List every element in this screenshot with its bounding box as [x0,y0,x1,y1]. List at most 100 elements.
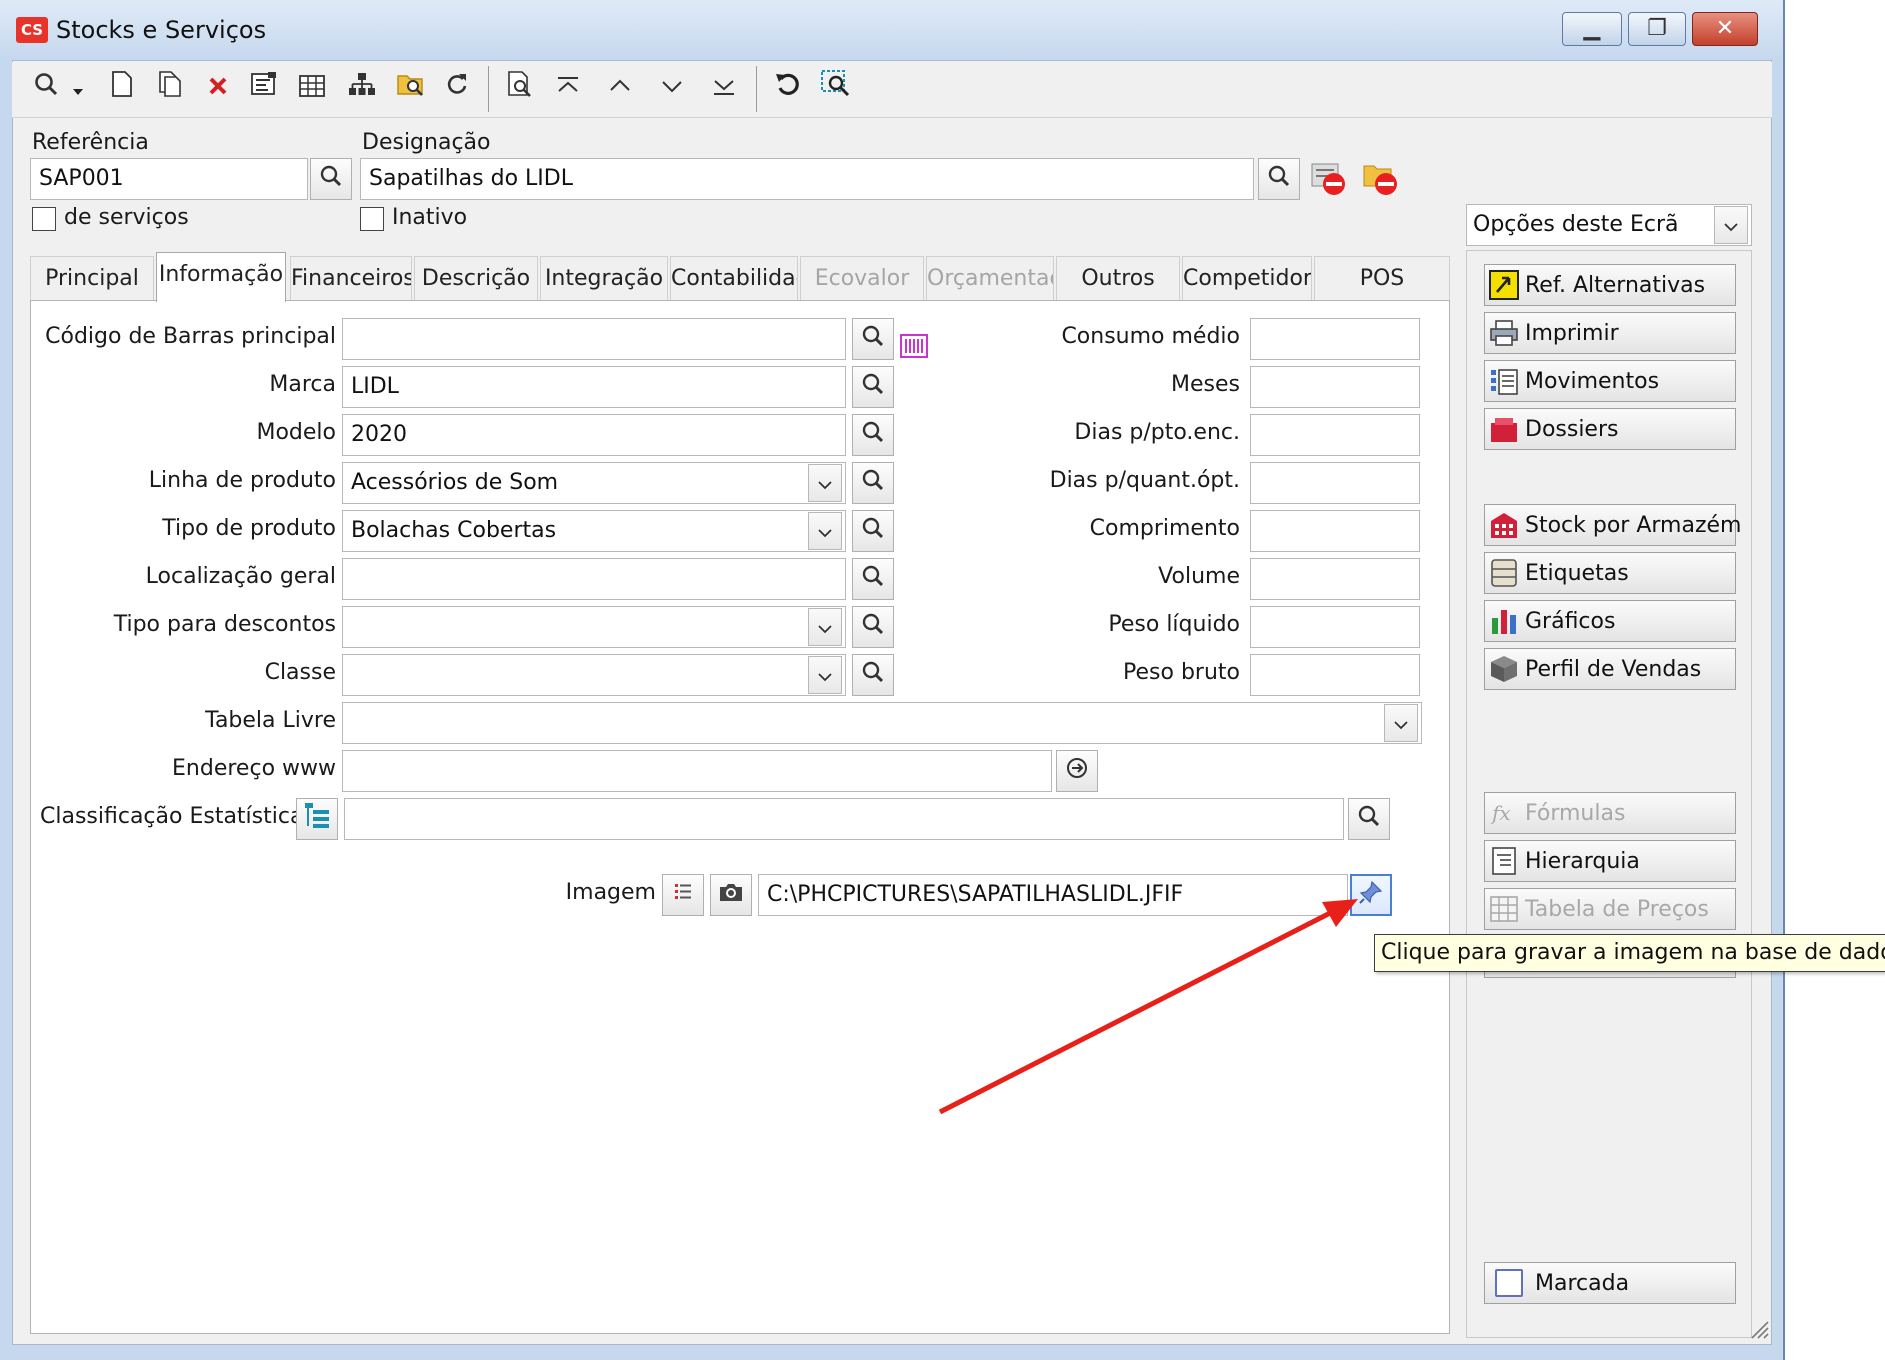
tab-principal[interactable]: Principal [30,256,154,300]
modelo-label: Modelo [256,420,336,445]
ref-alternativas-label: Ref. Alternativas [1525,272,1706,298]
tipo-produto-dropdown[interactable] [808,512,842,550]
meses-label: Meses [1171,372,1240,397]
tab-competidores[interactable]: Competidores [1182,256,1312,300]
designacao-input[interactable]: Sapatilhas do LIDL [360,158,1254,200]
scan-icon[interactable] [818,70,854,108]
perfil-vendas-button[interactable]: Perfil de Vendas [1484,648,1736,690]
classe-search-button[interactable] [852,654,894,696]
classe-select[interactable] [342,654,846,696]
tab-pos[interactable]: POS [1314,256,1450,300]
open-url-button[interactable] [1056,750,1098,792]
folder-search-icon[interactable] [394,70,430,108]
localizacao-search-button[interactable] [852,558,894,600]
new-document-icon[interactable] [104,70,140,108]
dias-quant-opt-input[interactable] [1250,462,1420,504]
tab-outros[interactable]: Outros [1056,256,1180,300]
tab-financeiros[interactable]: Financeiros [290,256,412,300]
restore-button[interactable]: ❐ [1628,12,1686,46]
hierarchy-icon[interactable] [344,70,380,108]
consumo-medio-input[interactable] [1250,318,1420,360]
preview-icon[interactable] [502,70,538,108]
dropdown-arrow-icon[interactable] [68,70,88,108]
hierarquia-button[interactable]: Hierarquia [1484,840,1736,882]
graficos-button[interactable]: Gráficos [1484,600,1736,642]
stock-armazem-button[interactable]: Stock por Armazém [1484,504,1741,546]
tabela-livre-dropdown[interactable] [1384,704,1418,742]
meses-input[interactable] [1250,366,1420,408]
classificacao-input[interactable] [344,798,1344,840]
tabela-livre-select[interactable] [342,702,1422,744]
marcada-button[interactable]: Marcada [1484,1262,1736,1304]
dossiers-button[interactable]: Dossiers [1484,408,1736,450]
etiquetas-button[interactable]: Etiquetas [1484,552,1736,594]
tab-ecovalor[interactable]: Ecovalor [800,256,924,300]
modelo-input[interactable]: 2020 [342,414,846,456]
tab-informacao[interactable]: Informação [156,252,286,302]
referencia-input[interactable]: SAP001 [30,158,308,200]
remove-folder-icon[interactable] [1362,160,1400,198]
tipo-descontos-search-button[interactable] [852,606,894,648]
copy-document-icon[interactable] [152,70,188,108]
ref-alternativas-icon [1489,270,1519,300]
imagem-list-button[interactable] [662,874,704,916]
tipo-descontos-select[interactable] [342,606,846,648]
dias-pto-enc-input[interactable] [1250,414,1420,456]
ref-alternativas-button[interactable]: Ref. Alternativas [1484,264,1736,306]
barcode-icon[interactable] [900,334,928,360]
search-icon[interactable] [28,70,64,108]
previous-record-icon[interactable] [602,70,638,108]
classe-dropdown[interactable] [808,656,842,694]
grid-icon[interactable] [294,70,330,108]
endereco-www-input[interactable] [342,750,1052,792]
linha-produto-search-button[interactable] [852,462,894,504]
opcoes-ecra-dropdown[interactable] [1714,206,1748,244]
classificacao-tree-button[interactable] [296,798,338,840]
peso-liquido-input[interactable] [1250,606,1420,648]
tabela-precos-button[interactable]: Tabela de Preços [1484,888,1736,930]
next-record-icon[interactable] [654,70,690,108]
minimize-button[interactable]: ▁ [1562,12,1622,46]
edit-form-icon[interactable] [246,70,282,108]
marca-input[interactable]: LIDL [342,366,846,408]
size-grip-icon[interactable] [1748,1318,1770,1340]
search-icon [861,468,885,498]
reload-icon[interactable] [770,70,806,108]
tab-integracao[interactable]: Integração [540,256,668,300]
tipo-produto-select[interactable]: Bolachas Cobertas [342,510,846,552]
designacao-search-button[interactable] [1258,158,1300,200]
save-image-db-button[interactable] [1350,874,1392,916]
comprimento-input[interactable] [1250,510,1420,552]
last-record-icon[interactable] [706,70,742,108]
codigo-barras-input[interactable] [342,318,846,360]
modelo-search-button[interactable] [852,414,894,456]
formulas-button[interactable]: fx Fórmulas [1484,792,1736,834]
tipo-descontos-dropdown[interactable] [808,608,842,646]
inativo-checkbox[interactable] [360,207,384,231]
peso-bruto-input[interactable] [1250,654,1420,696]
delete-icon[interactable] [200,70,236,108]
classificacao-search-button[interactable] [1348,798,1390,840]
chevron-down-icon [817,663,833,688]
codigo-barras-search-button[interactable] [852,318,894,360]
volume-input[interactable] [1250,558,1420,600]
linha-produto-dropdown[interactable] [808,464,842,502]
linha-produto-select[interactable]: Acessórios de Som [342,462,846,504]
tab-contabilidade[interactable]: Contabilidade [670,256,798,300]
tab-descricao[interactable]: Descrição [414,256,538,300]
imprimir-button[interactable]: Imprimir [1484,312,1736,354]
tab-orcamentacao[interactable]: Orçamentação [926,256,1054,300]
marca-search-button[interactable] [852,366,894,408]
localizacao-input[interactable] [342,558,846,600]
refresh-icon[interactable] [438,70,474,108]
opcoes-ecra-select[interactable]: Opções deste Ecrã [1466,204,1752,246]
first-record-icon[interactable] [550,70,586,108]
imagem-path-input[interactable]: C:\PHCPICTURES\SAPATILHASLIDL.JFIF [758,874,1348,916]
imagem-camera-button[interactable] [710,874,752,916]
tipo-produto-search-button[interactable] [852,510,894,552]
servicos-checkbox[interactable] [32,207,56,231]
movimentos-button[interactable]: Movimentos [1484,360,1736,402]
referencia-search-button[interactable] [310,158,352,200]
remove-list-icon[interactable] [1310,160,1348,198]
close-button[interactable]: ✕ [1692,12,1758,46]
